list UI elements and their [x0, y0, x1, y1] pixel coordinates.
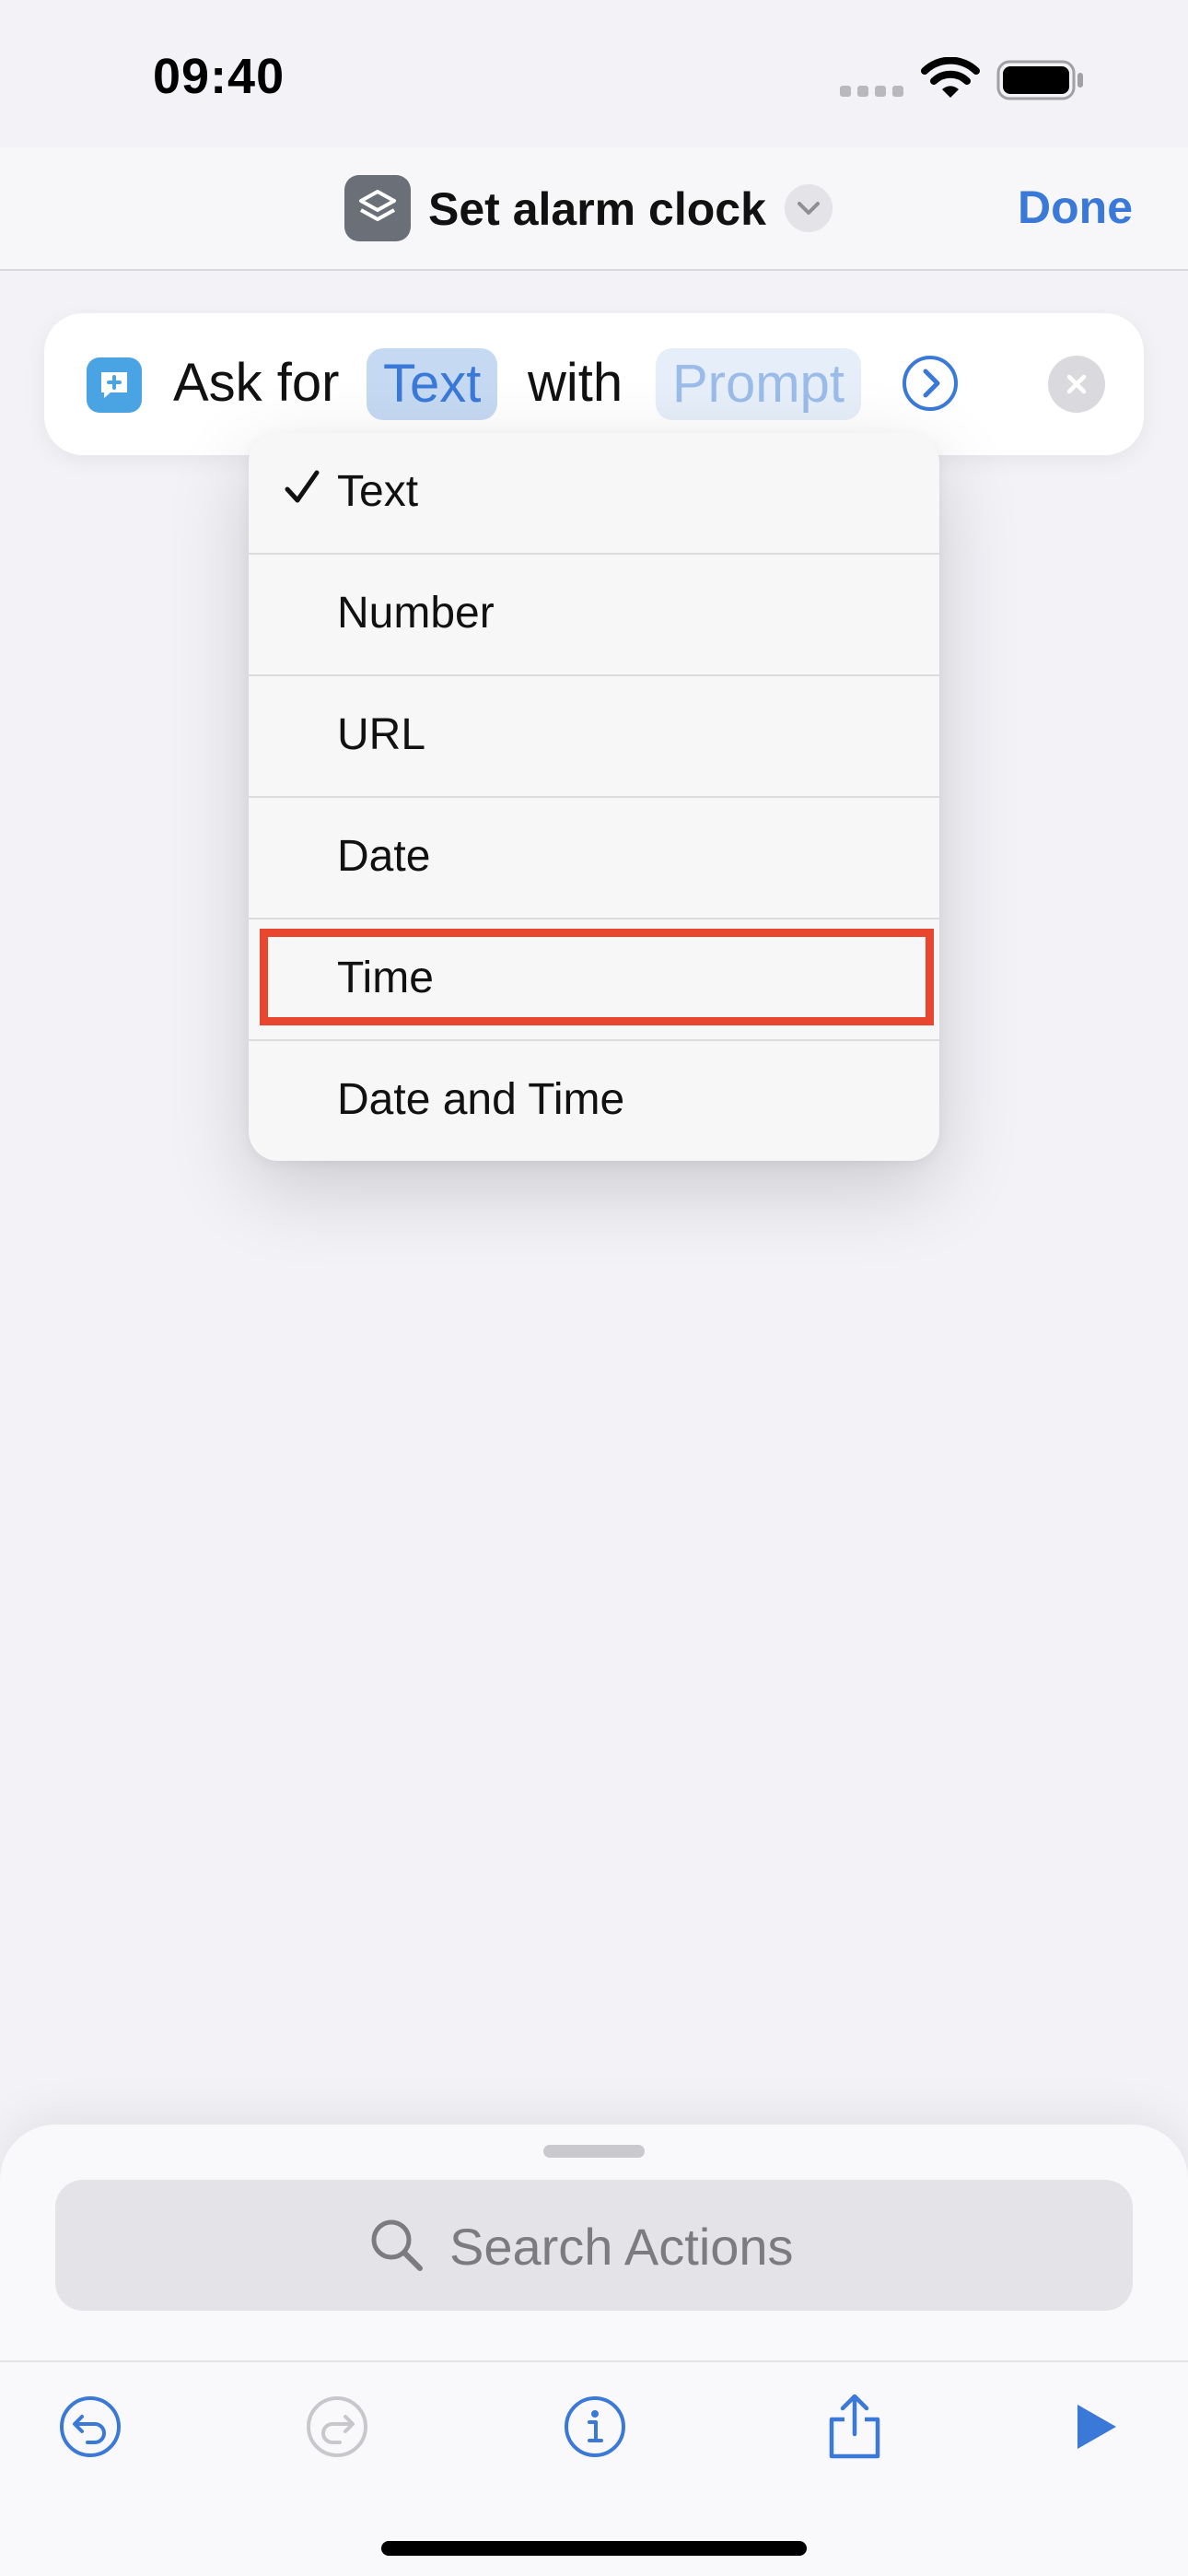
search-actions-field[interactable]: Search Actions	[55, 2180, 1133, 2311]
prompt-token[interactable]: Prompt	[656, 348, 861, 420]
chevron-down-icon[interactable]	[785, 184, 833, 232]
menu-item-label: Text	[337, 467, 419, 516]
menu-item-label: Number	[337, 589, 495, 638]
home-indicator	[381, 2541, 807, 2556]
cellular-signal-icon	[840, 86, 904, 97]
wifi-icon	[921, 57, 980, 98]
close-icon	[1066, 374, 1087, 394]
sheet-grabber[interactable]	[543, 2145, 645, 2158]
ask-for-label: Ask for	[173, 353, 340, 413]
search-icon	[371, 2219, 423, 2271]
status-time: 09:40	[153, 49, 285, 104]
info-icon	[565, 2396, 625, 2457]
done-button[interactable]: Done	[1018, 181, 1133, 234]
search-placeholder: Search Actions	[449, 2218, 794, 2276]
menu-item-text[interactable]: Text	[249, 433, 939, 555]
menu-item-date-and-time[interactable]: Date and Time	[249, 1041, 939, 1161]
highlight-box	[260, 929, 934, 1025]
ask-input-icon	[87, 357, 142, 413]
menu-item-label: URL	[337, 710, 426, 759]
nav-header: Set alarm clock Done	[0, 147, 1188, 271]
undo-button[interactable]	[53, 2390, 127, 2464]
undo-icon	[60, 2396, 121, 2457]
status-bar: 09:40	[0, 0, 1188, 147]
remove-action-button[interactable]	[1048, 356, 1105, 413]
menu-item-label: Date and Time	[337, 1075, 625, 1124]
menu-item-label: Date	[337, 832, 431, 881]
redo-icon	[307, 2396, 367, 2457]
shortcut-title[interactable]: Set alarm clock	[428, 182, 766, 236]
actions-sheet: Search Actions	[0, 2125, 1188, 2576]
input-type-token[interactable]: Text	[367, 348, 498, 420]
menu-item-date[interactable]: Date	[249, 798, 939, 919]
menu-item-number[interactable]: Number	[249, 555, 939, 676]
input-type-menu: Text Number URL Date Time Date and Time	[249, 433, 939, 1161]
checkmark-icon	[285, 470, 320, 503]
battery-icon	[996, 60, 1083, 100]
screen: 09:40 Set alarm clock Done Ask for Text …	[0, 0, 1188, 2576]
redo-button[interactable]	[300, 2390, 374, 2464]
play-icon	[1077, 2405, 1116, 2449]
share-button[interactable]	[818, 2390, 891, 2464]
menu-item-url[interactable]: URL	[249, 676, 939, 798]
info-button[interactable]	[558, 2390, 632, 2464]
with-label: with	[528, 353, 623, 413]
share-icon	[829, 2394, 880, 2459]
run-button[interactable]	[1057, 2390, 1131, 2464]
expand-chevron-icon[interactable]	[901, 354, 960, 413]
shortcuts-icon[interactable]	[344, 175, 411, 241]
